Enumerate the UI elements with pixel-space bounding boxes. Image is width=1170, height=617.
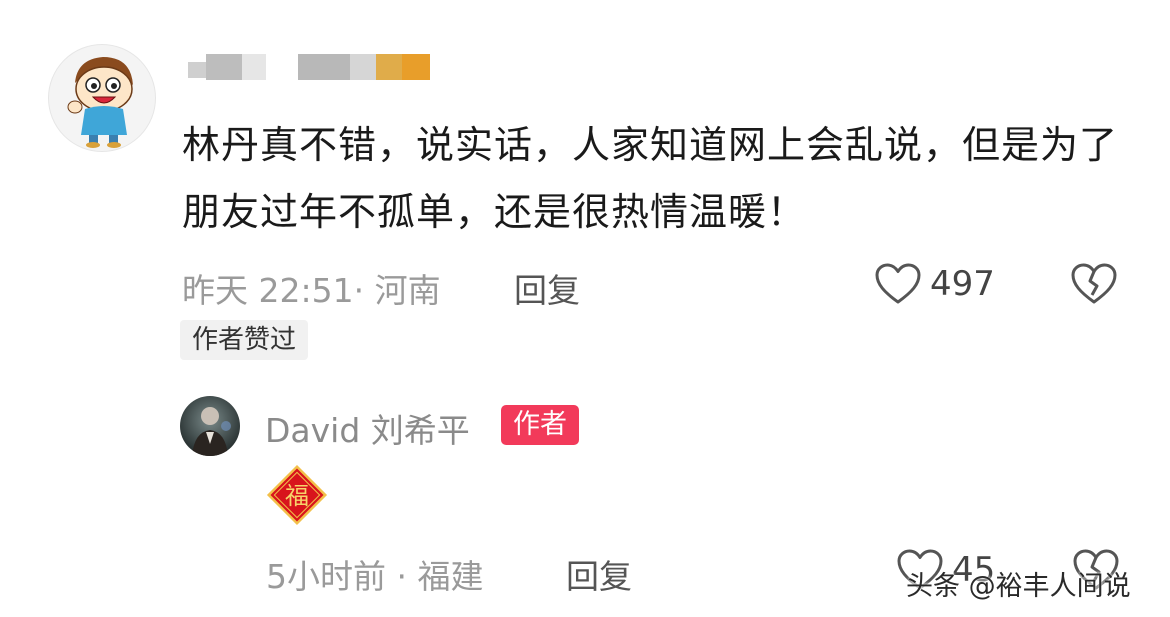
fu-character: 福	[285, 482, 309, 510]
cartoon-avatar-icon	[67, 57, 133, 148]
reply-time-location: 5小时前 · 福建	[266, 557, 484, 596]
comment-thread: 林丹真不错，说实话，人家知道网上会乱说，但是为了朋友过年不孤单，还是很热情温暖！…	[0, 0, 1170, 617]
comment-time-location: 昨天 22:51· 河南	[182, 271, 441, 310]
like-button[interactable]: 497	[874, 262, 995, 306]
author-liked-badge: 作者赞过	[180, 320, 309, 360]
broken-heart-icon	[1071, 263, 1117, 304]
heart-outline-icon	[875, 263, 921, 304]
blurred-username	[182, 54, 434, 82]
dislike-button[interactable]	[1070, 262, 1118, 306]
comment-meta-row: 昨天 22:51· 河南 回复 497	[182, 262, 1132, 310]
reply-reply-button[interactable]: 回复	[566, 550, 632, 598]
comment-text: 林丹真不错，说实话，人家知道网上会乱说，但是为了朋友过年不孤单，还是很热情温暖！	[182, 123, 1119, 234]
fu-diamond-icon: 福	[266, 464, 328, 526]
reply-button[interactable]: 回复	[514, 264, 580, 312]
watermark: 头条 @裕丰人间说	[906, 571, 1131, 602]
reply-user-avatar[interactable]	[180, 396, 240, 456]
reply-user-name[interactable]: David 刘希平	[265, 404, 470, 452]
photo-avatar-icon	[180, 396, 240, 456]
author-tag: 作者	[501, 405, 579, 445]
user-avatar[interactable]	[48, 44, 156, 152]
like-count: 497	[930, 264, 995, 304]
